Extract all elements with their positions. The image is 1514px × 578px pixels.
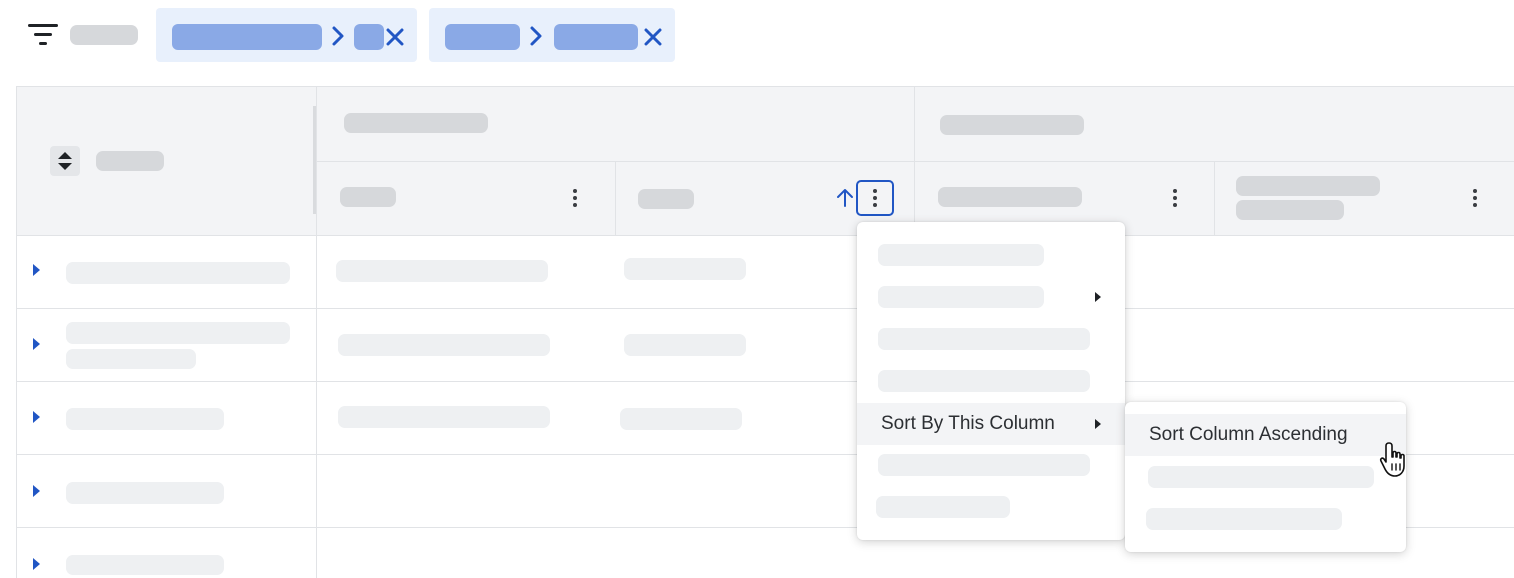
menu-item-sort-by-column[interactable]: Sort By This Column: [857, 403, 1125, 445]
row-label: [66, 482, 224, 504]
column-divider: [615, 161, 616, 235]
menu-item-label: Sort By This Column: [881, 413, 1055, 434]
column-header-label[interactable]: [938, 187, 1082, 207]
pinned-column-divider: [316, 87, 317, 578]
hand-pointer-cursor-icon: [1378, 440, 1414, 480]
table-cell: [336, 260, 548, 282]
submenu-caret-icon: [1095, 419, 1101, 429]
close-icon[interactable]: [386, 28, 404, 51]
header-bottom-border: [17, 235, 1514, 236]
caret-right-icon[interactable]: [33, 338, 40, 350]
column-header-label[interactable]: [1236, 176, 1380, 196]
table-cell: [620, 408, 742, 430]
caret-right-icon[interactable]: [33, 485, 40, 497]
table-cell: [624, 334, 746, 356]
filter-chip-field: [445, 24, 520, 50]
chevron-right-icon: [330, 25, 346, 52]
menu-item[interactable]: [878, 286, 1044, 308]
row-label-line2: [66, 349, 196, 369]
chevron-right-icon: [528, 25, 544, 52]
menu-item[interactable]: [876, 496, 1010, 518]
row-divider: [17, 308, 1514, 309]
filter-icon[interactable]: [28, 22, 60, 48]
menu-item[interactable]: [878, 454, 1090, 476]
column-group-header-label: [344, 113, 488, 133]
menu-item[interactable]: [878, 244, 1044, 266]
row-label: [66, 322, 290, 344]
group-divider: [914, 87, 915, 235]
column-divider: [1214, 161, 1215, 235]
arrow-up-icon: [834, 186, 856, 213]
more-vertical-icon[interactable]: [565, 185, 585, 211]
column-header-label-line2: [1236, 200, 1344, 220]
pinned-column-header-label: [96, 151, 164, 171]
filter-chip-value: [554, 24, 638, 50]
more-vertical-icon[interactable]: [1465, 185, 1485, 211]
more-vertical-icon[interactable]: [1165, 185, 1185, 211]
close-icon[interactable]: [644, 28, 662, 51]
column-menu: Sort By This Column: [857, 222, 1125, 540]
column-group-header-label: [940, 115, 1084, 135]
caret-right-icon[interactable]: [33, 558, 40, 570]
table-cell: [338, 334, 550, 356]
menu-item[interactable]: [1146, 508, 1342, 530]
filter-label: [70, 25, 138, 45]
filter-chip-2[interactable]: [429, 8, 675, 62]
menu-item[interactable]: [878, 370, 1090, 392]
column-header-label[interactable]: [638, 189, 694, 209]
filter-chip-1[interactable]: [156, 8, 417, 62]
row-label: [66, 555, 224, 575]
row-label: [66, 408, 224, 430]
table-cell: [338, 406, 550, 428]
menu-item-label: Sort Column Ascending: [1149, 424, 1348, 445]
column-menu-button-active[interactable]: [856, 180, 894, 216]
sort-toggle-icon: [58, 152, 72, 170]
filter-chip-field: [172, 24, 322, 50]
row-divider: [17, 381, 1514, 382]
menu-item[interactable]: [878, 328, 1090, 350]
sort-submenu: Sort Column Ascending: [1125, 402, 1406, 552]
caret-right-icon[interactable]: [33, 264, 40, 276]
menu-item[interactable]: [1148, 466, 1374, 488]
header-group-divider: [317, 161, 1514, 162]
row-label: [66, 262, 290, 284]
sort-toggle-button[interactable]: [50, 146, 80, 176]
submenu-caret-icon: [1095, 292, 1101, 302]
column-resize-handle[interactable]: [313, 106, 316, 214]
caret-right-icon[interactable]: [33, 411, 40, 423]
menu-item-sort-ascending[interactable]: Sort Column Ascending: [1125, 414, 1406, 456]
table-cell: [624, 258, 746, 280]
column-header-label[interactable]: [340, 187, 396, 207]
filter-chip-value: [354, 24, 384, 50]
